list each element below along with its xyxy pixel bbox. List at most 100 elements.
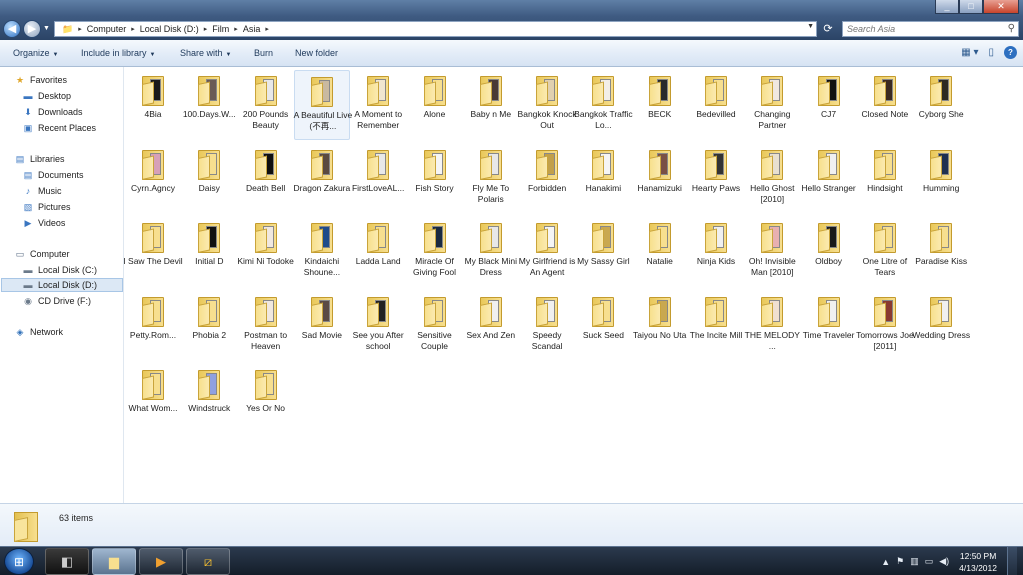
maximize-button[interactable]: □ [959, 0, 983, 14]
folder-item[interactable]: Time Traveler [801, 291, 857, 361]
folder-item[interactable]: Sex And Zen [463, 291, 519, 361]
nav-music[interactable]: ♪ Music [22, 184, 62, 198]
taskbar-app-1[interactable]: ◧ [45, 548, 89, 575]
back-button[interactable]: ◀ [3, 20, 21, 38]
show-desktop-button[interactable] [1007, 547, 1017, 575]
folder-item[interactable]: Postman to Heaven [238, 291, 294, 361]
breadcrumb-asia[interactable]: Asia [240, 24, 264, 34]
folder-item[interactable]: Hello Stranger [801, 144, 857, 214]
folder-item[interactable]: Petty.Rom... [125, 291, 181, 361]
folder-item[interactable]: Tomorrows Joe [2011] [856, 291, 914, 361]
folder-item[interactable]: Sad Movie [294, 291, 350, 361]
chevron-right-icon[interactable]: ▸ [129, 25, 137, 33]
show-hidden-icons-icon[interactable]: ▲ [881, 557, 890, 567]
recent-pages-dropdown-icon[interactable]: ▼ [43, 20, 53, 38]
organize-button[interactable]: Organize ▼ [13, 48, 58, 58]
folder-item[interactable]: Closed Note [857, 70, 913, 140]
volume-icon[interactable]: ◀) [939, 556, 949, 567]
folder-item[interactable]: My Black Mini Dress [463, 217, 519, 287]
nav-favorites[interactable]: ★ Favorites [14, 73, 67, 87]
nav-videos[interactable]: ▶ Videos [22, 216, 66, 230]
folder-item[interactable]: Oldboy [801, 217, 857, 287]
battery-icon[interactable]: ▭ [925, 556, 934, 567]
folder-item[interactable]: Yes Or No [238, 364, 294, 434]
breadcrumb-disk[interactable]: Local Disk (D:) [137, 24, 202, 34]
folder-item[interactable]: Daisy [181, 144, 237, 214]
folder-item[interactable]: Death Bell [238, 144, 294, 214]
folder-item[interactable]: 100.Days.W... [181, 70, 237, 140]
refresh-icon[interactable]: ⟳ [820, 21, 836, 37]
burn-button[interactable]: Burn [254, 48, 273, 58]
network-tray-icon[interactable]: ▥ [910, 556, 919, 567]
folder-item[interactable]: FirstLoveAL... [350, 144, 406, 214]
nav-desktop[interactable]: ▬ Desktop [22, 89, 72, 103]
folder-item[interactable]: Hindsight [857, 144, 913, 214]
nav-downloads[interactable]: ⬇ Downloads [22, 105, 82, 119]
include-in-library-button[interactable]: Include in library ▼ [81, 48, 155, 58]
nav-computer[interactable]: ▭ Computer [14, 247, 70, 261]
folder-item[interactable]: My Sassy Girl [575, 217, 631, 287]
folder-item[interactable]: Suck Seed [575, 291, 631, 361]
forward-button[interactable]: ▶ [23, 20, 41, 38]
view-icon[interactable]: ▦ ▾ [961, 47, 978, 58]
folder-item[interactable]: THE MELODY ... [744, 291, 800, 361]
folder-item[interactable]: Phobia 2 [181, 291, 237, 361]
folder-item[interactable]: Paradise Kiss [913, 217, 969, 287]
chevron-right-icon[interactable]: ▸ [202, 25, 210, 33]
folder-item[interactable]: Baby n Me [463, 70, 519, 140]
folder-item[interactable]: Bedevilled [688, 70, 744, 140]
nav-recent-places[interactable]: ▣ Recent Places [22, 121, 96, 135]
folder-item[interactable]: Hearty Paws [688, 144, 744, 214]
folder-item[interactable]: 4Bia [125, 70, 181, 140]
taskbar-explorer[interactable]: ▆ [92, 548, 136, 575]
folder-item[interactable]: Dragon Zakura [294, 144, 350, 214]
folder-item[interactable]: CJ7 [801, 70, 857, 140]
chevron-right-icon[interactable]: ▸ [232, 25, 240, 33]
folder-item[interactable]: Cyrn.Agncy [125, 144, 181, 214]
folder-item[interactable]: Sensitive Couple [407, 291, 463, 361]
breadcrumb-film[interactable]: Film [209, 24, 232, 34]
folder-item[interactable]: The Incite Mill [688, 291, 744, 361]
folder-item[interactable]: What Wom... [125, 364, 181, 434]
nav-libraries[interactable]: ▤ Libraries [14, 152, 65, 166]
folder-item[interactable]: One Litre of Tears [857, 217, 913, 287]
address-dropdown-icon[interactable]: ▼ [807, 23, 814, 30]
folder-item[interactable]: Alone [407, 70, 463, 140]
folder-item[interactable]: Changing Partner [744, 70, 800, 140]
folder-item[interactable]: Oh! Invisible Man [2010] [744, 217, 800, 287]
folder-item[interactable]: Hanamizuki [632, 144, 688, 214]
help-icon[interactable]: ? [1004, 46, 1017, 59]
chevron-right-icon[interactable]: ▸ [263, 25, 271, 33]
folder-item[interactable]: Forbidden [519, 144, 575, 214]
nav-network[interactable]: ◈ Network [14, 325, 63, 339]
flag-icon[interactable]: ⚑ [896, 556, 904, 567]
preview-pane-icon[interactable]: ▯ [988, 47, 994, 58]
folder-item[interactable]: Hello Ghost [2010] [744, 144, 800, 214]
close-button[interactable]: ✕ [983, 0, 1019, 14]
folder-item[interactable]: Initial D [181, 217, 237, 287]
search-icon[interactable]: ⚲ [1008, 23, 1015, 34]
folder-item[interactable]: A Moment to Remember [350, 70, 406, 140]
folder-item[interactable]: Ninja Kids [688, 217, 744, 287]
start-button[interactable]: ⊞ [4, 548, 34, 575]
folder-item[interactable]: See you After school [350, 291, 406, 361]
nav-disk-c[interactable]: ▬ Local Disk (C:) [22, 263, 98, 277]
nav-cd-drive[interactable]: ◉ CD Drive (F:) [22, 294, 91, 308]
clock[interactable]: 12:50 PM 4/13/2012 [959, 550, 997, 574]
folder-item[interactable]: 200 Pounds Beauty [238, 70, 294, 140]
folder-item[interactable]: Cyborg She [913, 70, 969, 140]
folder-item[interactable]: I Saw The Devil [123, 217, 183, 287]
nav-disk-d[interactable]: ▬ Local Disk (D:) [1, 278, 123, 292]
folder-item[interactable]: Ladda Land [350, 217, 406, 287]
folder-item[interactable]: A Beautiful Live (不再... [294, 70, 352, 140]
folder-item[interactable]: Taiyou No Uta [632, 291, 688, 361]
taskbar-app-4[interactable]: ⧄ [186, 548, 230, 575]
share-with-button[interactable]: Share with ▼ [180, 48, 231, 58]
folder-item[interactable]: Kindaichi Shoune... [294, 217, 350, 287]
folder-item[interactable]: Windstruck [181, 364, 237, 434]
search-box[interactable]: ⚲ [842, 21, 1019, 37]
folder-item[interactable]: Humming [913, 144, 969, 214]
folder-item[interactable]: Fish Story [407, 144, 463, 214]
nav-pictures[interactable]: ▧ Pictures [22, 200, 71, 214]
new-folder-button[interactable]: New folder [295, 48, 338, 58]
